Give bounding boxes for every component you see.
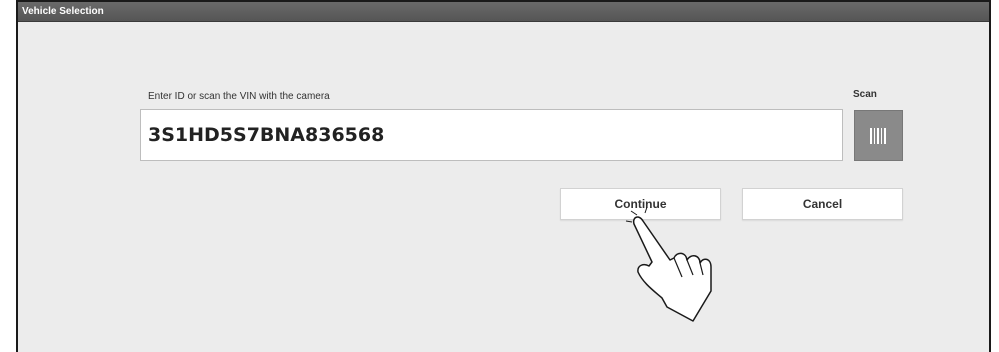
title-bar: Vehicle Selection bbox=[18, 2, 989, 22]
cancel-button[interactable]: Cancel bbox=[742, 188, 903, 220]
barcode-icon bbox=[869, 127, 888, 144]
cancel-button-label: Cancel bbox=[802, 197, 843, 211]
vin-input[interactable] bbox=[140, 109, 843, 161]
scan-button[interactable] bbox=[854, 110, 903, 161]
vin-prompt-label: Enter ID or scan the VIN with the camera bbox=[148, 91, 330, 102]
vehicle-selection-window: Vehicle Selection Enter ID or scan the V… bbox=[16, 0, 991, 352]
hand-pointer-icon bbox=[625, 206, 712, 322]
window-title: Vehicle Selection bbox=[22, 6, 104, 17]
scan-label: Scan bbox=[853, 89, 877, 100]
